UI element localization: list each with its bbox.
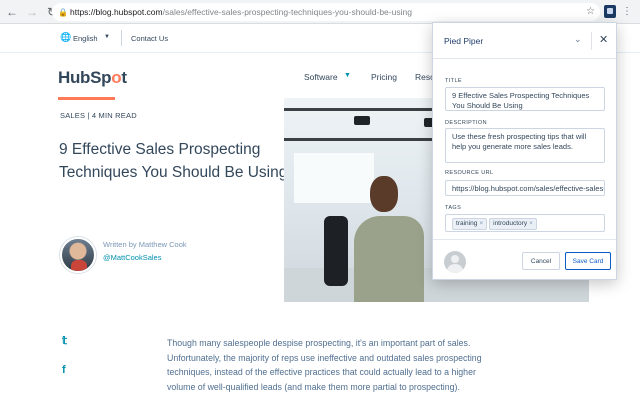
- tags-field[interactable]: training × introductory ×: [445, 214, 605, 232]
- author-byline: Written by Matthew Cook: [103, 240, 187, 249]
- description-label: DESCRIPTION: [445, 120, 487, 126]
- chevron-down-icon: ▼: [104, 34, 110, 40]
- article-body: Though many salespeople despise prospect…: [167, 338, 482, 392]
- description-field[interactable]: Use these fresh prospecting tips that wi…: [445, 128, 605, 163]
- author-handle-link[interactable]: @MattCookSales: [103, 253, 161, 262]
- star-icon[interactable]: ☆: [586, 6, 595, 17]
- facebook-icon[interactable]: f: [62, 364, 66, 376]
- remove-tag-icon[interactable]: ×: [479, 220, 483, 227]
- workspace-selector[interactable]: Pied Piper: [444, 36, 483, 46]
- contact-link[interactable]: Contact Us: [131, 34, 168, 43]
- logo-text-prefix: HubSp: [58, 68, 112, 87]
- logo-underline: [58, 97, 115, 100]
- resource-url-label: RESOURCE URL: [445, 170, 494, 176]
- menu-kebab-icon[interactable]: ⋮: [622, 5, 632, 18]
- forward-icon[interactable]: →: [24, 4, 40, 20]
- tag-label: training: [456, 220, 478, 227]
- divider: [121, 30, 122, 46]
- save-card-button[interactable]: Save Card: [565, 252, 611, 270]
- pied-piper-extension-icon[interactable]: [604, 5, 616, 18]
- tag-label: introductory: [493, 220, 528, 227]
- lock-icon: 🔒: [58, 7, 68, 17]
- url-path: /sales/effective-sales-prospecting-techn…: [162, 7, 412, 17]
- article-title: 9 Effective Sales Prospecting Techniques…: [59, 141, 288, 181]
- tag-training: training ×: [452, 218, 488, 230]
- cancel-button[interactable]: Cancel: [522, 252, 560, 270]
- divider: [591, 32, 592, 50]
- back-icon[interactable]: ←: [4, 4, 20, 20]
- tags-label: TAGS: [445, 205, 462, 211]
- author-avatar: [60, 237, 96, 273]
- globe-icon: 🌐: [60, 32, 72, 42]
- address-bar[interactable]: 🔒 https://blog.hubspot.com/sales/effecti…: [52, 3, 600, 21]
- extension-bar: ⋮: [604, 5, 632, 18]
- chevron-down-icon[interactable]: ⌄: [574, 34, 582, 45]
- twitter-icon[interactable]: 𝕥: [62, 334, 67, 347]
- user-avatar: [444, 251, 466, 273]
- popup-header: Pied Piper ⌄ ✕: [433, 23, 616, 59]
- logo-sprocket: o: [111, 68, 122, 87]
- hubspot-logo[interactable]: HubSpot: [58, 68, 127, 88]
- article-kicker[interactable]: SALES | 4 MIN READ: [60, 111, 137, 120]
- url-host: https://blog.hubspot.com: [70, 7, 163, 17]
- tag-introductory: introductory ×: [489, 218, 537, 230]
- pied-piper-popup: Pied Piper ⌄ ✕ TITLE 9 Effective Sales P…: [432, 22, 617, 280]
- title-field[interactable]: 9 Effective Sales Prospecting Techniques…: [445, 87, 605, 111]
- language-selector[interactable]: English: [73, 34, 98, 43]
- chevron-down-icon: ▼: [344, 72, 351, 79]
- remove-tag-icon[interactable]: ×: [529, 220, 533, 227]
- logo-text-suffix: t: [121, 68, 127, 87]
- close-icon[interactable]: ✕: [599, 33, 608, 46]
- divider: [433, 239, 616, 240]
- nav-pricing[interactable]: Pricing: [371, 72, 397, 82]
- nav-software[interactable]: Software: [304, 72, 338, 82]
- title-label: TITLE: [445, 78, 462, 84]
- resource-url-field[interactable]: https://blog.hubspot.com/sales/effective…: [445, 180, 605, 196]
